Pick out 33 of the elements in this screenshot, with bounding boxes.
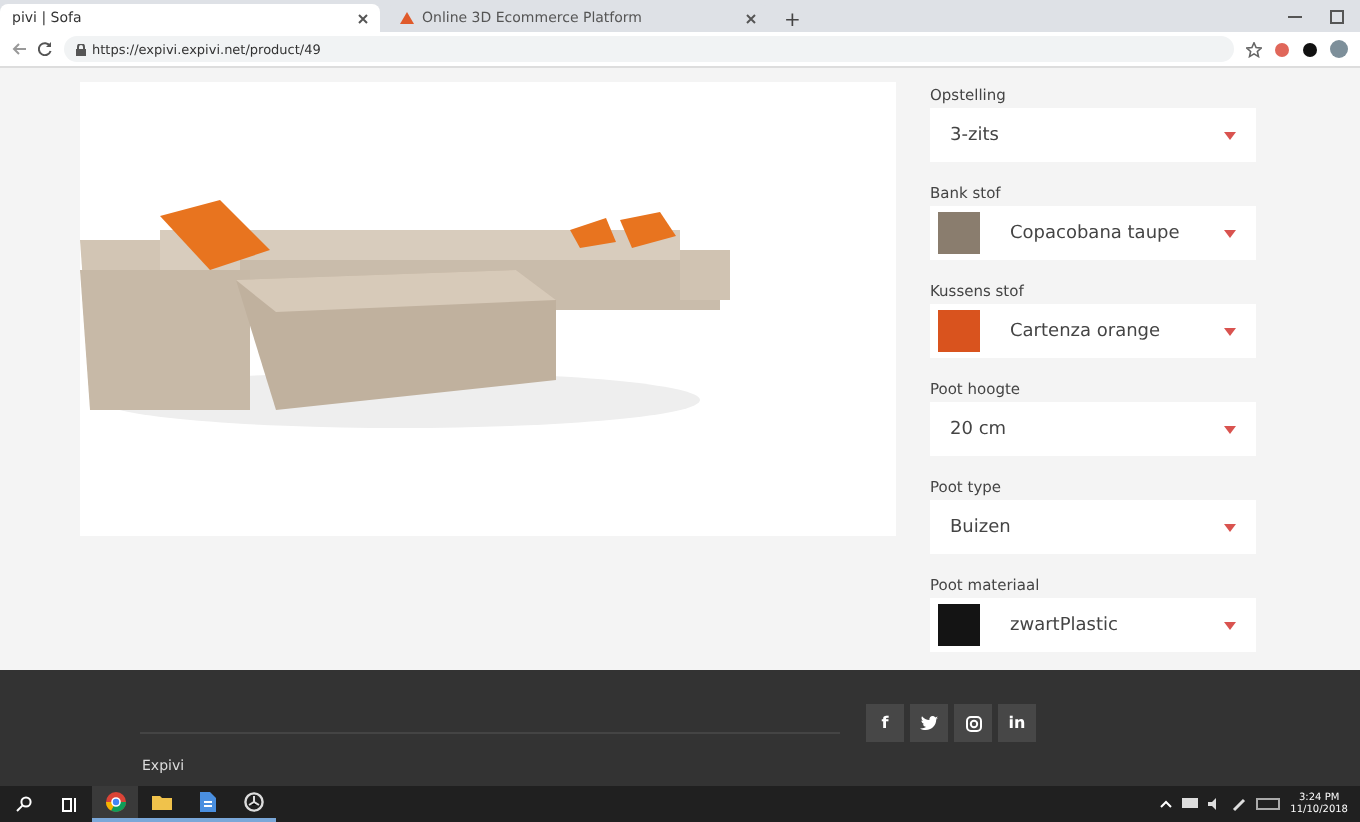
close-icon[interactable]	[746, 13, 756, 23]
caret-icon	[1224, 229, 1236, 237]
social-link[interactable]: f	[866, 704, 904, 742]
triangle-icon	[400, 12, 414, 24]
chevron-icon[interactable]	[1160, 800, 1173, 808]
bird-icon[interactable]	[910, 704, 948, 742]
network-icon[interactable]	[1182, 798, 1199, 810]
option-dropdown[interactable]: zwartPlastic	[930, 598, 1256, 652]
social-link[interactable]: in	[998, 704, 1036, 742]
browser-icon[interactable]	[92, 786, 138, 822]
option-dropdown[interactable]: 3-zits	[930, 108, 1256, 162]
option-dropdown[interactable]: 20 cm	[930, 402, 1256, 456]
lock-icon	[76, 43, 86, 55]
document-icon[interactable]	[184, 786, 230, 822]
caret-icon	[1224, 425, 1236, 433]
caret-icon	[1224, 523, 1236, 531]
minimize-icon[interactable]	[1288, 15, 1302, 17]
option-dropdown[interactable]: Cartenza orange	[930, 304, 1256, 358]
back-icon[interactable]	[12, 42, 26, 56]
option-dropdown[interactable]: Buizen	[930, 500, 1256, 554]
pen-icon[interactable]	[1232, 797, 1247, 811]
star-icon[interactable]	[1246, 41, 1262, 57]
reload-icon[interactable]	[38, 42, 52, 56]
new-tab-button[interactable]: +	[776, 10, 809, 32]
caret-icon	[1224, 131, 1236, 139]
caret-icon	[1224, 621, 1236, 629]
option-dropdown[interactable]: Copacobana taupe	[930, 206, 1256, 260]
close-icon[interactable]	[358, 13, 368, 23]
keyboard-icon[interactable]	[1256, 798, 1281, 810]
profile-icon[interactable]	[1330, 40, 1348, 58]
maximize-icon[interactable]	[1330, 9, 1344, 23]
caret-icon	[1224, 327, 1236, 335]
camera-icon[interactable]	[954, 704, 992, 742]
